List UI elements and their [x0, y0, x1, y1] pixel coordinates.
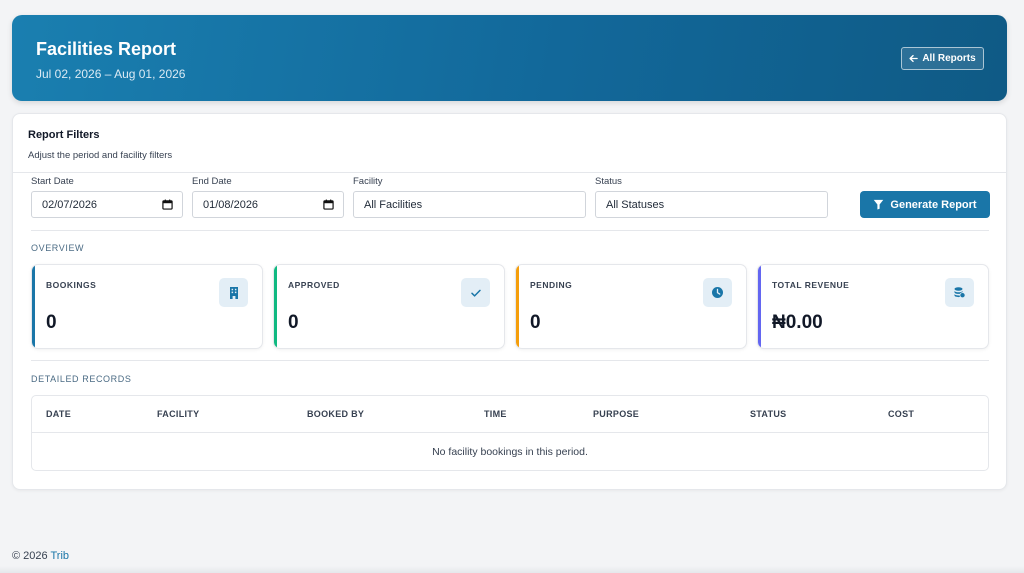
- records-table: DATE FACILITY BOOKED BY TIME PURPOSE STA…: [31, 395, 989, 471]
- calendar-icon[interactable]: [162, 199, 173, 210]
- check-icon: [470, 289, 481, 297]
- stat-label: BOOKINGS: [46, 280, 97, 290]
- divider: [31, 360, 989, 361]
- status-value: All Statuses: [606, 198, 665, 211]
- building-icon-wrap: [219, 278, 248, 307]
- stat-label: TOTAL REVENUE: [772, 280, 850, 290]
- date-range: Jul 02, 2026 – Aug 01, 2026: [36, 67, 186, 81]
- footer: © 2026 Trib: [12, 550, 69, 562]
- all-reports-label: All Reports: [922, 53, 976, 64]
- filter-icon: [874, 199, 884, 210]
- coins-icon: [954, 287, 966, 299]
- stat-value: 0: [46, 312, 57, 333]
- calendar-icon[interactable]: [323, 199, 334, 210]
- stat-value: 0: [530, 312, 541, 333]
- page-title: Facilities Report: [36, 39, 177, 59]
- generate-report-button[interactable]: Generate Report: [860, 191, 990, 218]
- copyright-text: © 2026: [12, 550, 48, 562]
- end-date-input[interactable]: 01/08/2026: [192, 191, 344, 218]
- end-date-label: End Date: [192, 176, 232, 187]
- stat-card-approved: APPROVED 0: [273, 264, 505, 349]
- stat-accent-bar: [758, 265, 761, 348]
- stat-accent-bar: [274, 265, 277, 348]
- clock-icon-wrap: [703, 278, 732, 307]
- status-select[interactable]: All Statuses: [595, 191, 828, 218]
- report-header: Facilities Report Jul 02, 2026 – Aug 01,…: [12, 15, 1007, 101]
- bottom-shade: [0, 566, 1024, 573]
- facility-value: All Facilities: [364, 198, 423, 211]
- column-header-status[interactable]: STATUS: [750, 409, 786, 419]
- stat-accent-bar: [32, 265, 35, 348]
- end-date-value: 01/08/2026: [203, 198, 259, 211]
- report-card: Report Filters Adjust the period and fac…: [12, 113, 1007, 490]
- facility-label: Facility: [353, 176, 383, 187]
- filters-header: Report Filters Adjust the period and fac…: [13, 114, 1006, 173]
- building-icon: [229, 287, 238, 299]
- stat-label: APPROVED: [288, 280, 340, 290]
- stat-value: 0: [288, 312, 299, 333]
- stat-label: PENDING: [530, 280, 573, 290]
- start-date-value: 02/07/2026: [42, 198, 98, 211]
- column-header-time[interactable]: TIME: [484, 409, 507, 419]
- generate-report-label: Generate Report: [890, 198, 977, 211]
- records-label: DETAILED RECORDS: [31, 374, 132, 384]
- column-header-facility[interactable]: FACILITY: [157, 409, 199, 419]
- arrow-left-icon: [909, 54, 919, 63]
- stat-card-bookings: BOOKINGS 0: [31, 264, 263, 349]
- stat-value: ₦0.00: [772, 312, 823, 333]
- brand-link[interactable]: Trib: [51, 550, 70, 562]
- coins-icon-wrap: [945, 278, 974, 307]
- column-header-date[interactable]: DATE: [46, 409, 71, 419]
- column-header-cost[interactable]: COST: [888, 409, 914, 419]
- column-header-purpose[interactable]: PURPOSE: [593, 409, 639, 419]
- all-reports-button[interactable]: All Reports: [901, 47, 984, 70]
- divider: [31, 230, 989, 231]
- stat-card-revenue: TOTAL REVENUE ₦0.00: [757, 264, 989, 349]
- filters-title: Report Filters: [28, 129, 100, 141]
- column-header-booked-by[interactable]: BOOKED BY: [307, 409, 364, 419]
- clock-icon: [712, 287, 723, 298]
- start-date-label: Start Date: [31, 176, 74, 187]
- stat-card-pending: PENDING 0: [515, 264, 747, 349]
- filters-subtitle: Adjust the period and facility filters: [28, 150, 173, 161]
- overview-label: OVERVIEW: [31, 243, 85, 253]
- start-date-input[interactable]: 02/07/2026: [31, 191, 183, 218]
- stat-accent-bar: [516, 265, 519, 348]
- empty-state-message: No facility bookings in this period.: [432, 446, 588, 458]
- facility-select[interactable]: All Facilities: [353, 191, 586, 218]
- table-header: DATE FACILITY BOOKED BY TIME PURPOSE STA…: [32, 396, 988, 433]
- status-label: Status: [595, 176, 622, 187]
- check-icon-wrap: [461, 278, 490, 307]
